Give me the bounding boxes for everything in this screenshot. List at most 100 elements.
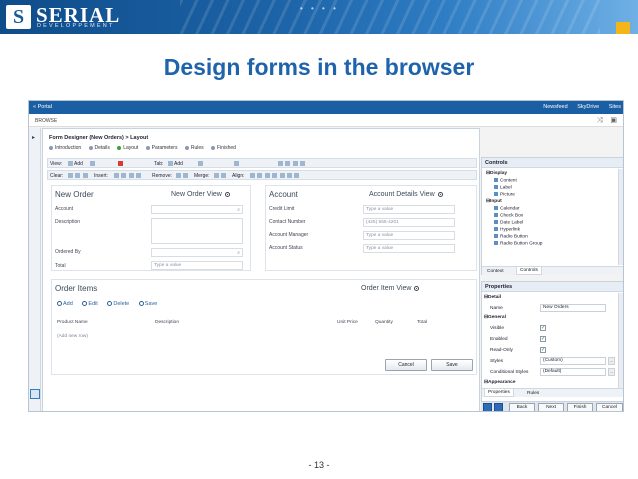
credit-limit-field[interactable]: Type a value [363, 205, 455, 214]
edit-item-button[interactable]: Edit [82, 301, 98, 307]
layout-tools-icons[interactable] [278, 161, 306, 167]
col-product-name: Product Name [57, 320, 88, 325]
step-layout[interactable]: Layout [117, 145, 138, 151]
delete-item-button[interactable]: Delete [107, 301, 129, 307]
step-introduction[interactable]: Introduction [49, 145, 81, 151]
next-button[interactable]: Next [538, 403, 564, 411]
insert-icons[interactable] [114, 173, 142, 179]
step-dot-icon [117, 145, 122, 150]
ordered-by-field[interactable]: ⌕ [151, 248, 243, 257]
sites-link[interactable]: Sites [609, 104, 621, 110]
group-detail[interactable]: ⊟Detail [484, 295, 501, 300]
new-order-view-selector[interactable]: New Order View [171, 191, 230, 198]
prop-visible: Visible ✓ [490, 325, 546, 331]
view-delete-icon[interactable] [118, 161, 124, 167]
read-only-checkbox[interactable]: ✓ [540, 347, 546, 353]
lookup-icon[interactable]: ⌕ [237, 207, 240, 214]
tree-item-radio-button-group[interactable]: Radio Button Group [494, 241, 542, 246]
properties-scrollbar[interactable] [618, 293, 623, 393]
group-general[interactable]: ⊟General [484, 315, 506, 320]
hyperlink-icon [494, 227, 498, 231]
radio-group-icon [494, 241, 498, 245]
remove-icons[interactable] [176, 173, 189, 179]
controls-scrollbar[interactable] [618, 169, 623, 265]
lookup-icon[interactable]: ⌕ [237, 250, 240, 257]
styles-ellipsis-button[interactable]: … [608, 357, 615, 365]
tab-delete-icon[interactable] [234, 161, 240, 167]
form-designer: Form Designer (New Orders) > Layout Intr… [42, 128, 480, 411]
conditional-styles-value[interactable]: (Default) [540, 368, 606, 376]
total-field[interactable]: Type a value [151, 261, 243, 270]
step-rules[interactable]: Rules [184, 145, 204, 151]
order-item-view-selector[interactable]: Order Item View [361, 285, 420, 292]
back-button[interactable]: Back [509, 403, 535, 411]
info-icon[interactable] [483, 403, 492, 411]
view-edit-icon[interactable] [90, 161, 96, 167]
styles-value[interactable]: (Custom) [540, 357, 606, 365]
description-field[interactable] [151, 218, 243, 244]
radio-icon [224, 191, 230, 197]
tab-add-button[interactable]: Add [168, 161, 183, 167]
tree-group-input[interactable]: ⊟Input [486, 199, 502, 204]
portal-link[interactable]: « Portal [33, 104, 52, 110]
delete-icon [107, 301, 113, 307]
tab-rules[interactable]: Rules [524, 391, 542, 396]
tree-group-display[interactable]: ⊟Display [486, 171, 507, 176]
tree-item-check-box[interactable]: Check Box [494, 213, 523, 218]
prop-name: Name New Orders [484, 304, 616, 313]
tab-context[interactable]: Context [484, 269, 507, 274]
tab-controls[interactable]: Controls [516, 267, 542, 275]
tab-label: Tab: [154, 161, 164, 167]
tab-edit-icon[interactable] [198, 161, 204, 167]
slide-title: Design forms in the browser [163, 54, 475, 80]
cancel-wizard-button[interactable]: Cancel [596, 403, 623, 411]
properties-panel: Properties ⊟Detail Name New Orders ⊟Gener… [481, 281, 623, 402]
tree-item-picture[interactable]: Picture [494, 192, 515, 197]
add-item-button[interactable]: Add [57, 301, 73, 307]
account-field[interactable]: ⌕ [151, 205, 243, 214]
add-new-row[interactable]: (Add new row) [57, 334, 88, 339]
finish-button[interactable]: Finish [567, 403, 593, 411]
col-total: Total [417, 320, 428, 325]
total-label: Total [55, 263, 66, 269]
clear-icons[interactable] [68, 173, 89, 179]
visible-checkbox[interactable]: ✓ [540, 325, 546, 331]
contact-number-field[interactable]: (425) 555-4201 [363, 218, 455, 227]
save-item-button[interactable]: Save [138, 301, 157, 307]
view-add-button[interactable]: Add [68, 161, 83, 167]
layout-icon[interactable] [30, 389, 40, 399]
tree-item-content[interactable]: Content [494, 178, 517, 183]
save-icon [138, 301, 144, 307]
account-manager-field[interactable]: Type a value [363, 231, 455, 240]
properties-tabs: Properties Rules [482, 388, 623, 397]
newsfeed-link[interactable]: Newsfeed [543, 104, 567, 110]
merge-icons[interactable] [214, 173, 227, 179]
browse-tab[interactable]: BROWSE [35, 118, 57, 124]
tree-item-calendar[interactable]: Calendar [494, 206, 519, 211]
name-input[interactable]: New Orders [540, 304, 606, 312]
save-icon[interactable] [494, 403, 503, 411]
tree-item-hyperlink[interactable]: Hyperlink [494, 227, 520, 232]
tree-item-date-label[interactable]: Date Label [494, 220, 523, 225]
step-details[interactable]: Details [88, 145, 110, 151]
tree-item-radio-button[interactable]: Radio Button [494, 234, 528, 239]
tree-item-label[interactable]: Label [494, 185, 512, 190]
account-view-selector[interactable]: Account Details View [369, 191, 443, 198]
align-icons[interactable] [250, 173, 300, 179]
save-button[interactable]: Save [431, 359, 473, 371]
add-icon [57, 301, 62, 307]
fullscreen-icon[interactable]: ▣ [610, 117, 617, 124]
cancel-button[interactable]: Cancel [385, 359, 427, 371]
group-appearance[interactable]: ⊟Appearance [484, 380, 516, 385]
tab-properties[interactable]: Properties [484, 389, 514, 397]
step-finished[interactable]: Finished [211, 145, 236, 151]
align-label: Align: [232, 173, 245, 179]
step-parameters[interactable]: Parameters [145, 145, 177, 151]
conditional-ellipsis-button[interactable]: … [608, 368, 615, 376]
enabled-checkbox[interactable]: ✓ [540, 336, 546, 342]
expand-arrow-icon[interactable]: ▸ [32, 134, 35, 141]
account-status-field[interactable]: Type a value [363, 244, 455, 253]
skydrive-link[interactable]: SkyDrive [577, 104, 599, 110]
credit-limit-label: Credit Limit [269, 206, 295, 212]
share-icon[interactable]: ⤨ [597, 117, 603, 124]
